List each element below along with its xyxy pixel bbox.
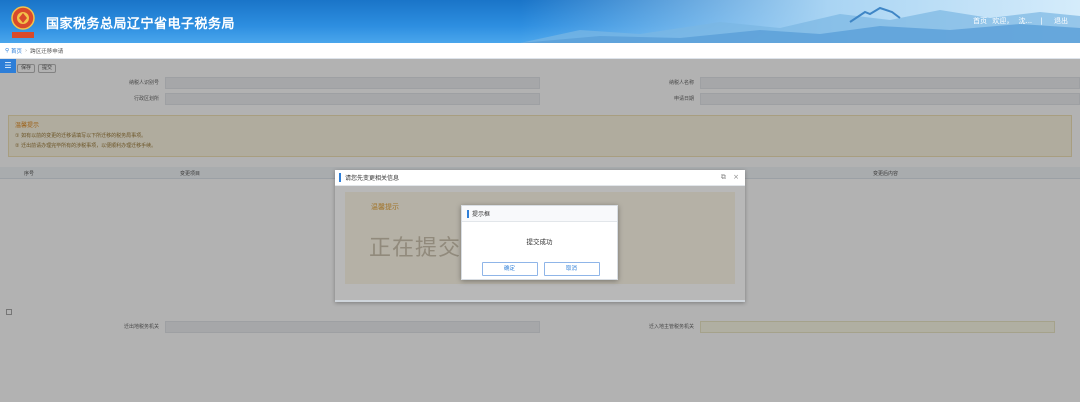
dialog-title-bar <box>339 173 341 182</box>
confirm-button[interactable]: 确定 <box>481 262 538 276</box>
prompt-message: 提交成功 <box>526 238 553 246</box>
nav-separator: | <box>1040 17 1043 25</box>
dialog-controls: ⧉ × <box>716 173 739 182</box>
site-title: 国家税务总局辽宁省电子税务局 <box>46 17 236 32</box>
cancel-button[interactable]: 取消 <box>543 262 600 276</box>
nav-user-name[interactable]: 沈... <box>1018 17 1032 25</box>
prompt-header: 提示框 <box>462 206 617 222</box>
nav-home-link[interactable]: 首页 <box>973 17 987 25</box>
nav-logout-link[interactable]: 退出 <box>1054 17 1068 25</box>
breadcrumb-home[interactable]: 首页 <box>11 47 22 55</box>
prompt-buttons: 确定 取消 <box>462 262 619 276</box>
location-pin-icon: ⚲ <box>5 47 10 54</box>
breadcrumb-current: 跨区迁移申请 <box>30 48 64 55</box>
dialog-title: 请您先变更相关信息 <box>345 175 400 182</box>
prompt-title-bar <box>467 209 469 218</box>
prompt-box: 提示框 提交成功 确定 取消 <box>461 205 618 280</box>
nav-welcome-text: 欢迎， <box>992 17 1014 25</box>
menu-icon[interactable]: ☰ <box>0 59 16 73</box>
header-nav: 首页 欢迎， 沈... | 退出 <box>970 16 1068 26</box>
breadcrumb: ⚲ 首页 › 跨区迁移申请 <box>0 43 1080 59</box>
restore-icon[interactable]: ⧉ <box>721 173 726 181</box>
chevron-right-icon: › <box>25 47 28 54</box>
top-header: 国家税务总局辽宁省电子税务局 首页 欢迎， 沈... | 退出 <box>0 0 1080 43</box>
prompt-title: 提示框 <box>472 211 491 218</box>
tax-emblem-logo <box>11 6 35 38</box>
dialog-header: 请您先变更相关信息 ⧉ × <box>335 170 745 186</box>
close-icon[interactable]: × <box>733 173 739 181</box>
dialog-divider <box>335 300 745 302</box>
